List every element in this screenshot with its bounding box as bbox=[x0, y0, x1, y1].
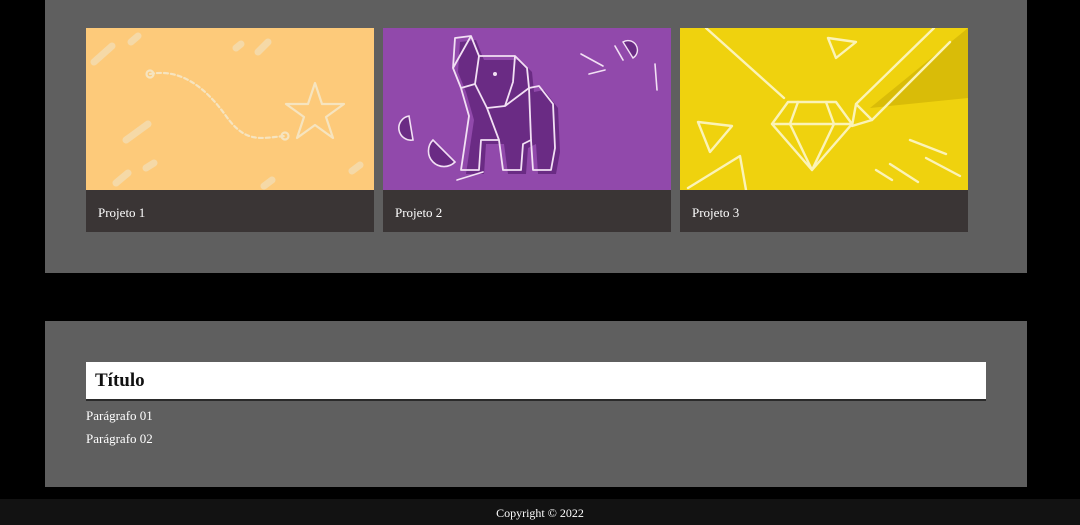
project-card-3[interactable]: Projeto 3 bbox=[680, 28, 968, 232]
copyright-text: Copyright © 2022 bbox=[496, 506, 584, 520]
project-card-3-label: Projeto 3 bbox=[692, 205, 740, 220]
page-title: Título bbox=[95, 370, 145, 391]
project-card-1-label: Projeto 1 bbox=[98, 205, 146, 220]
paragraph-2: Parágrafo 02 bbox=[86, 431, 153, 446]
origami-elephant-illustration-icon[interactable] bbox=[383, 28, 671, 190]
page: Projeto 1 Projeto 2 Projeto 3 Título Par… bbox=[0, 0, 1080, 525]
bezier-path-star-illustration-icon[interactable] bbox=[86, 28, 374, 190]
paragraph-1: Parágrafo 01 bbox=[86, 408, 153, 423]
project-card-2[interactable]: Projeto 2 bbox=[383, 28, 671, 232]
projects-section: Projeto 1 Projeto 2 Projeto 3 bbox=[45, 0, 1027, 273]
title-bar: Título bbox=[86, 362, 986, 401]
content-section: Título Parágrafo 01 Parágrafo 02 bbox=[45, 321, 1027, 487]
project-card-2-label: Projeto 2 bbox=[395, 205, 443, 220]
diamond-pencil-illustration-icon[interactable] bbox=[680, 28, 968, 190]
footer: Copyright © 2022 bbox=[0, 499, 1080, 525]
project-card-1[interactable]: Projeto 1 bbox=[86, 28, 374, 232]
